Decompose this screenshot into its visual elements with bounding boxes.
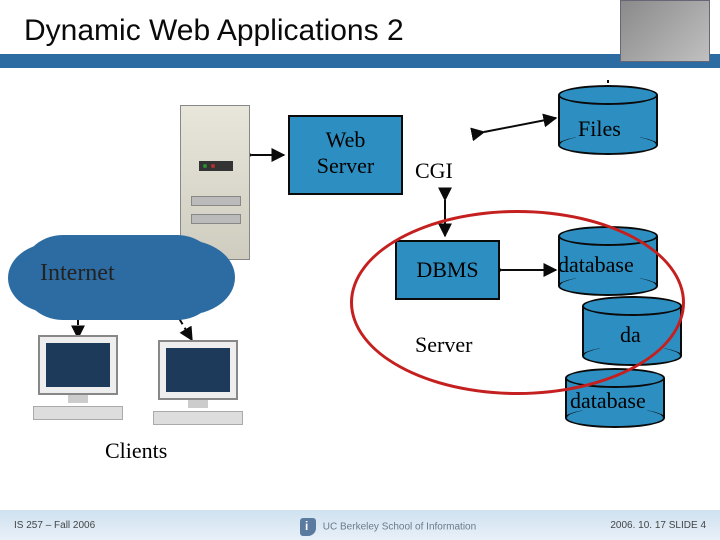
client-pc-2-icon [150,340,245,425]
header-bar [0,54,720,68]
database-label-1: database [558,252,634,278]
dbms-box: DBMS [395,240,500,300]
footer: IS 257 – Fall 2006 UC Berkeley School of… [0,502,720,540]
clients-label: Clients [105,438,167,464]
database-label-2: da [620,322,641,348]
footer-logo: UC Berkeley School of Information [300,518,476,536]
header: Dynamic Web Applications 2 [0,0,720,64]
server-label: Server [415,332,472,358]
cgi-label: CGI [415,158,453,184]
slide: Dynamic Web Applications 2 [0,0,720,540]
database-label-3: database [570,388,646,414]
footer-logo-text: UC Berkeley School of Information [323,522,476,533]
header-photo [620,0,710,62]
slide-title: Dynamic Web Applications 2 [24,14,404,48]
info-i-icon [300,518,316,536]
dbms-label: DBMS [416,257,478,282]
footer-left: IS 257 – Fall 2006 [14,520,95,531]
footer-right: 2006. 10. 17 SLIDE 4 [610,520,706,531]
client-pc-1-icon [30,335,125,420]
internet-label: Internet [40,260,115,287]
web-server-label: Web Server [317,127,374,178]
files-label: Files [578,116,621,142]
web-server-box: Web Server [288,115,403,195]
diagram-body: Web Server CGI Internet DBMS Server File… [0,80,720,500]
